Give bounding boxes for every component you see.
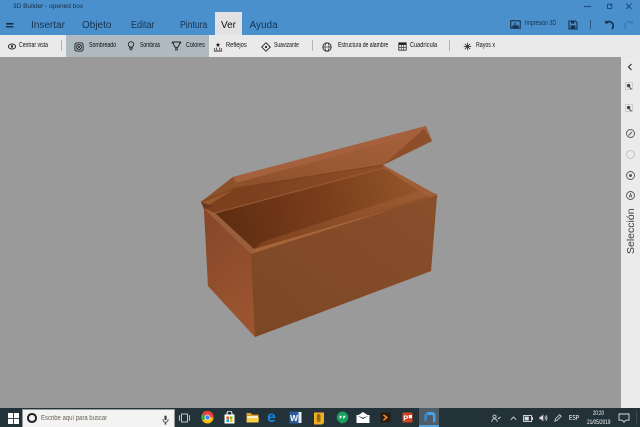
svg-text:P: P — [403, 413, 408, 422]
svg-text:W: W — [290, 413, 299, 423]
